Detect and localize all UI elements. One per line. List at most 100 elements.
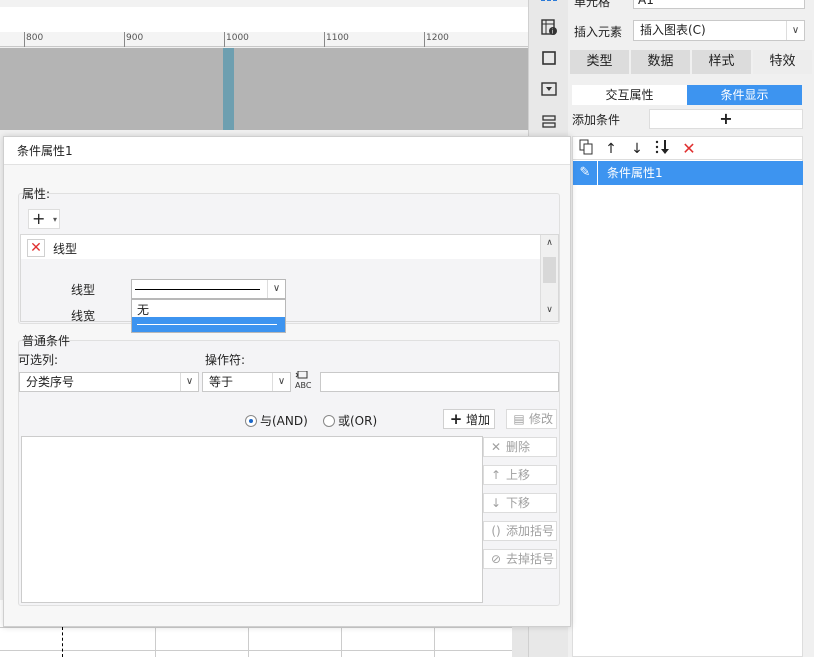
chevron-down-icon: ∨ (786, 21, 804, 40)
page-break-line (62, 627, 63, 657)
property-scrollbar[interactable]: ∧ ∨ (540, 235, 558, 321)
move-bottom-icon[interactable] (653, 139, 673, 159)
cell-address-value: A1 (638, 0, 654, 7)
close-icon: ✕ (490, 440, 502, 454)
grid-view-icon[interactable] (539, 0, 559, 14)
add-label: 增加 (466, 413, 491, 427)
property-header: ✕ 线型 (21, 235, 540, 259)
add-condition-button[interactable]: + (649, 109, 803, 129)
panel-tabs: 类型 数据 样式 特效 (570, 50, 814, 74)
scroll-up-icon[interactable]: ∧ (541, 238, 558, 248)
grid-line (0, 650, 512, 651)
condition-list-area[interactable] (21, 436, 483, 603)
dialog-title: 条件属性1 (4, 137, 570, 165)
condition-name: 条件属性1 (607, 166, 663, 180)
top-strip (0, 0, 528, 7)
solid-line-preview (135, 289, 260, 290)
column-select[interactable]: 分类序号 ∨ (19, 372, 199, 392)
value-type-icon[interactable]: ABC (295, 370, 317, 391)
list-item[interactable]: ✎ 条件属性1 (573, 161, 803, 185)
or-label: 或(OR) (338, 414, 378, 428)
operator-select[interactable]: 等于 ∨ (202, 372, 291, 392)
dropdown-widget-icon[interactable] (539, 82, 559, 102)
ruler-label: 900 (126, 33, 144, 43)
option-solid-line[interactable] (132, 317, 285, 332)
ruler-label: 800 (26, 33, 44, 43)
remove-bracket-label: 去掉括号 (506, 552, 555, 566)
condition-toolbar: ↑ ↓ ✕ (572, 136, 803, 160)
condition-attribute-dialog: 条件属性1 属性: + ▾ ✕ 线型 线型 线宽 ∧ ∨ ∨ 无 普通条件 可选… (3, 136, 571, 627)
tab-style[interactable]: 样式 (692, 50, 751, 74)
insert-element-value: 插入图表(C) (640, 23, 706, 37)
property-name: 线型 (53, 242, 78, 256)
subtab-conditional-display[interactable]: 条件显示 (687, 85, 802, 105)
column-label: 可选列: (18, 353, 59, 367)
chevron-down-icon: ∨ (267, 280, 285, 298)
plus-icon: + (32, 209, 46, 228)
conditions-group-label: 普通条件 (22, 334, 71, 348)
insert-element-label: 插入元素 (574, 25, 623, 39)
attributes-group-label: 属性: (22, 187, 51, 201)
solid-line-preview (137, 324, 277, 325)
radio-unselected-icon (323, 415, 335, 427)
delete-icon[interactable]: ✕ (679, 139, 699, 159)
and-radio[interactable]: 与(AND) (245, 412, 308, 429)
move-down-icon[interactable]: ↓ (627, 139, 647, 159)
bracket-icon: () (491, 524, 501, 538)
sheet-header-gap (0, 7, 528, 32)
condition-value-input[interactable] (320, 372, 559, 392)
add-property-button[interactable]: + ▾ (28, 209, 60, 229)
scroll-thumb[interactable] (543, 257, 556, 283)
chevron-down-icon: ∨ (272, 373, 290, 391)
or-radio[interactable]: 或(OR) (323, 412, 377, 429)
pencil-icon[interactable]: ✎ (573, 161, 598, 185)
remove-bracket-button[interactable]: ⊘ 去掉括号 (483, 549, 557, 569)
insert-element-select[interactable]: 插入图表(C) ∨ (633, 20, 805, 41)
move-up-button[interactable]: ↑ 上移 (483, 465, 557, 485)
horizontal-ruler: 800 900 1000 1100 1200 (0, 32, 528, 47)
ruler-label: 1100 (326, 33, 349, 43)
stack-icon[interactable] (539, 114, 559, 134)
property-panel: 单元格 A1 插入元素 插入图表(C) ∨ 类型 数据 样式 特效 交互属性 条… (568, 0, 814, 657)
remove-bracket-icon: ⊘ (490, 552, 502, 566)
arrow-down-icon: ↓ (490, 496, 502, 510)
add-bracket-button[interactable]: () 添加括号 (483, 521, 557, 541)
copy-icon[interactable] (576, 139, 596, 159)
condition-list: ✎ 条件属性1 (572, 160, 803, 657)
scroll-down-icon[interactable]: ∨ (541, 305, 558, 315)
move-up-icon[interactable]: ↑ (601, 139, 621, 159)
plus-icon: + (449, 410, 463, 428)
modify-label: 修改 (529, 412, 554, 426)
line-type-select[interactable]: ∨ (131, 279, 286, 299)
delete-label: 删除 (506, 440, 531, 454)
operator-label: 操作符: (205, 353, 246, 367)
ruler-label: 1200 (426, 33, 449, 43)
abc-label: ABC (295, 381, 312, 390)
cell-label: 单元格 (574, 0, 611, 9)
delete-button[interactable]: ✕ 删除 (483, 437, 557, 457)
frame-icon[interactable] (539, 50, 559, 70)
operator-value: 等于 (209, 375, 234, 389)
cell-properties-icon[interactable]: i (539, 18, 559, 38)
arrow-up-icon: ↑ (490, 468, 502, 482)
subtab-interaction[interactable]: 交互属性 (572, 85, 687, 105)
option-none[interactable]: 无 (137, 301, 149, 318)
grid-line (434, 627, 435, 657)
effect-subtabs: 交互属性 条件显示 (572, 85, 802, 105)
tab-type[interactable]: 类型 (570, 50, 629, 74)
move-down-label: 下移 (506, 496, 531, 510)
cell-address-input[interactable]: A1 (633, 0, 805, 9)
modify-button[interactable]: ▤ 修改 (506, 409, 557, 429)
move-down-button[interactable]: ↓ 下移 (483, 493, 557, 513)
remove-property-icon[interactable]: ✕ (27, 239, 45, 257)
add-condition-label: 添加条件 (572, 113, 621, 127)
grid-line (248, 627, 249, 657)
canvas-area[interactable] (0, 48, 528, 130)
tab-data[interactable]: 数据 (631, 50, 690, 74)
grid-line (341, 627, 342, 657)
add-button[interactable]: + 增加 (443, 409, 495, 429)
caret-down-icon: ▾ (52, 215, 57, 224)
tab-effects[interactable]: 特效 (753, 50, 812, 74)
add-bracket-label: 添加括号 (506, 524, 555, 538)
property-box: ✕ 线型 线型 线宽 ∧ ∨ (20, 234, 559, 323)
